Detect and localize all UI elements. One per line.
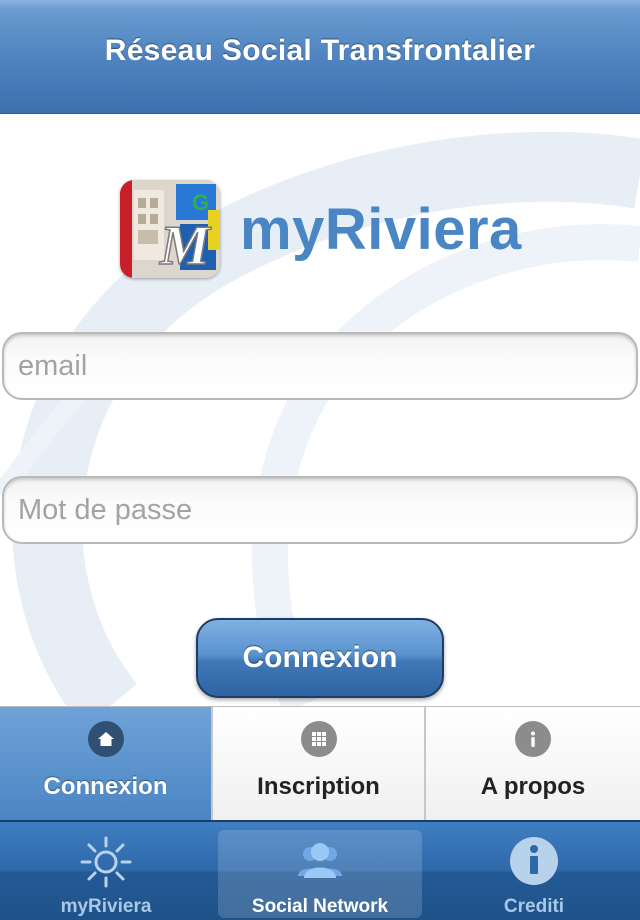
password-input[interactable] xyxy=(18,478,618,542)
svg-text:M: M xyxy=(159,215,212,277)
people-icon xyxy=(298,843,342,878)
login-button-label: Connexion xyxy=(242,641,398,674)
segment-inscription[interactable]: Inscription xyxy=(213,707,426,820)
home-icon xyxy=(87,721,124,757)
email-input[interactable] xyxy=(18,334,618,398)
info-circle-icon xyxy=(510,837,558,885)
navigation-bar: Réseau Social Transfrontalier xyxy=(0,0,640,114)
segment-a-propos[interactable]: A propos xyxy=(426,707,640,820)
segment-label: Connexion xyxy=(43,773,168,800)
sun-icon xyxy=(80,836,132,888)
password-field[interactable] xyxy=(2,476,638,544)
tab-social-network[interactable]: Social Network xyxy=(218,830,422,918)
tab-label: Crediti xyxy=(503,896,565,917)
email-field[interactable] xyxy=(2,332,638,400)
segment-connexion[interactable]: Connexion xyxy=(0,707,213,820)
info-icon xyxy=(515,721,551,757)
grid-icon xyxy=(300,721,337,757)
tab-label: Social Network xyxy=(251,896,389,917)
svg-text:G: G xyxy=(192,190,209,215)
brand-name: myRiviera xyxy=(240,197,522,262)
segment-label: A propos xyxy=(480,773,586,800)
tab-crediti[interactable]: Crediti xyxy=(432,830,636,918)
login-content: G M myRiviera Connexion xyxy=(0,114,640,706)
login-button[interactable]: Connexion xyxy=(196,618,444,698)
segment-label: Inscription xyxy=(257,773,380,800)
app-logo-icon: G M xyxy=(120,180,220,278)
tab-bar: myRiviera Social Network Crediti xyxy=(0,820,640,920)
tab-label: myRiviera xyxy=(60,896,152,917)
page-title: Réseau Social Transfrontalier xyxy=(104,34,536,67)
segmented-control: Connexion Inscription A propos xyxy=(0,706,640,820)
tab-myriviera[interactable]: myRiviera xyxy=(4,830,208,918)
